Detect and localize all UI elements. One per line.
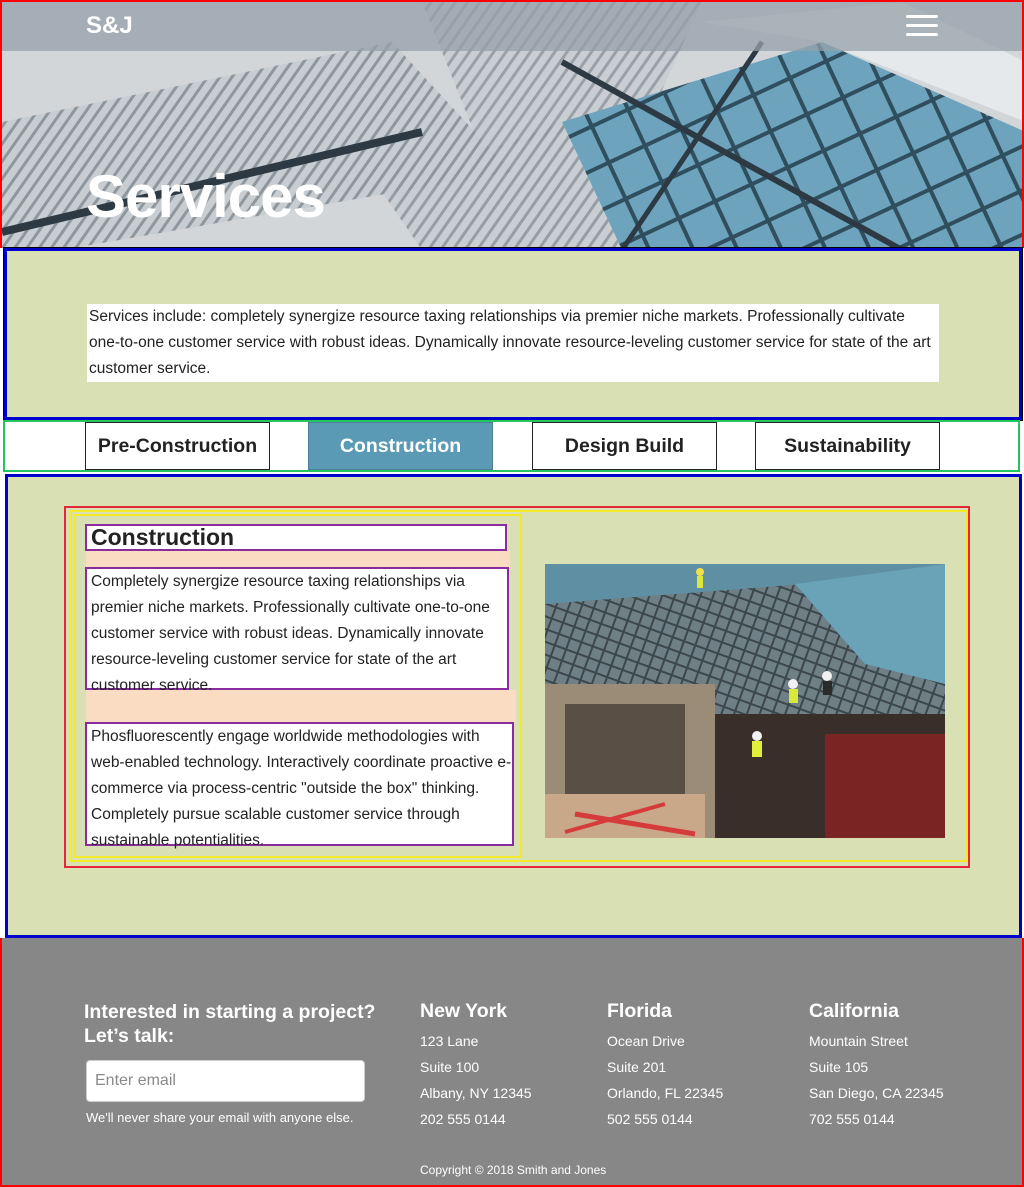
office-address-line: Suite 100 [420,1059,480,1075]
office-address-line: Albany, NY 12345 [420,1085,532,1101]
menu-bar [906,15,938,18]
office-florida: Florida Ocean Drive Suite 201 Orlando, F… [607,1000,723,1132]
tab-construction[interactable]: Construction [308,422,493,470]
content-card: Construction Completely synergize resour… [64,506,970,868]
top-navbar: S&J [2,2,1022,51]
office-address-line: Ocean Drive [607,1033,685,1049]
spacer [86,550,510,568]
construction-image [545,564,945,838]
tab-pre-construction[interactable]: Pre-Construction [85,422,270,470]
office-phone: 702 555 0144 [809,1111,895,1127]
office-city: New York [420,1000,508,1022]
hamburger-menu-icon[interactable] [906,15,940,39]
copyright-text: Copyright © 2018 Smith and Jones [420,1163,607,1177]
site-footer: Interested in starting a project? Let’s … [0,938,1024,1187]
brand-logo[interactable]: S&J [86,12,133,40]
office-new-york: New York 123 Lane Suite 100 Albany, NY 1… [420,1000,532,1132]
intro-text: Services include: completely synergize r… [87,304,939,382]
office-california: California Mountain Street Suite 105 San… [809,1000,944,1132]
office-address-line: Orlando, FL 22345 [607,1085,724,1101]
tab-design-build[interactable]: Design Build [532,422,717,470]
hero-banner: S&J Services [0,0,1024,248]
office-address-line: Suite 201 [607,1059,667,1075]
tab-sustainability[interactable]: Sustainability [755,422,940,470]
tab-content-section: Construction Completely synergize resour… [5,474,1022,938]
office-address-line: San Diego, CA 22345 [809,1085,944,1101]
construction-site-photo [545,564,945,838]
office-address-line: Mountain Street [809,1033,908,1049]
text-column: Construction Completely synergize resour… [74,514,522,858]
menu-bar [906,33,938,36]
menu-bar [906,24,938,27]
email-help-text: We'll never share your email with anyone… [86,1110,354,1125]
office-address-line: 123 Lane [420,1033,479,1049]
intro-section: Services include: completely synergize r… [3,247,1023,421]
section-title: Construction [85,524,507,551]
section-paragraph: Phosfluorescently engage worldwide metho… [85,722,514,849]
content-row: Construction Completely synergize resour… [70,510,968,862]
service-tabs: Pre-Construction Construction Design Bui… [3,420,1020,472]
contact-cta-title: Interested in starting a project? Let’s … [84,1001,376,1047]
email-input[interactable] [86,1060,365,1102]
office-address-line: Suite 105 [809,1059,869,1075]
office-city: California [809,1000,899,1022]
office-phone: 202 555 0144 [420,1111,506,1127]
office-phone: 502 555 0144 [607,1111,693,1127]
section-paragraph: Completely synergize resource taxing rel… [85,567,509,694]
office-city: Florida [607,1000,673,1022]
page-title: Services [86,163,326,230]
